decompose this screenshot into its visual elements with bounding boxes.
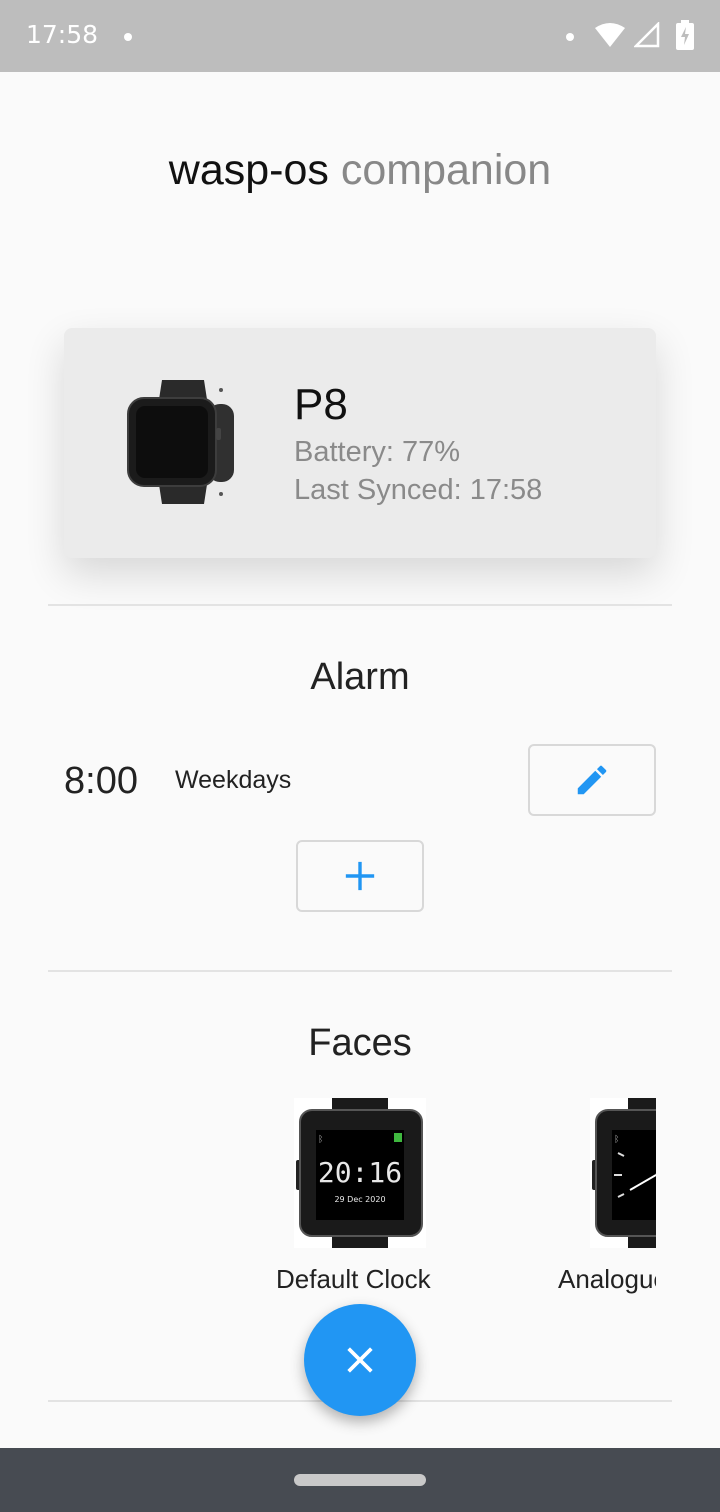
face-preview-date: 29 Dec 2020: [334, 1195, 385, 1204]
svg-text:ᛒ: ᛒ: [318, 1134, 323, 1145]
app-title: wasp-os companion: [0, 146, 720, 195]
notification-dot-icon: [124, 33, 132, 41]
wifi-icon: [595, 23, 625, 47]
alarm-time[interactable]: 8:00: [64, 760, 138, 803]
face-preview-default-clock: ᛒ 20:16 29 Dec 2020: [294, 1098, 426, 1248]
status-bar: 17:58: [0, 0, 720, 72]
faces-carousel[interactable]: ᛒ 20:16 29 Dec 2020 Default Clock ᛒ Anal…: [48, 1090, 656, 1310]
face-item[interactable]: ᛒ 20:16 29 Dec 2020 Default Clock: [248, 1090, 431, 1300]
watch-image: [127, 380, 234, 504]
face-preview-analogue: ᛒ: [590, 1098, 656, 1248]
pencil-icon: [577, 765, 607, 795]
device-name: P8: [294, 380, 348, 429]
edit-alarm-button[interactable]: [528, 744, 656, 816]
status-dot-icon: [566, 33, 574, 41]
device-battery: Battery: 77%: [294, 436, 461, 468]
navigation-bar: [0, 1448, 720, 1512]
app-title-secondary: companion: [340, 146, 552, 194]
divider: [48, 604, 672, 606]
alarm-days: Weekdays: [175, 766, 292, 794]
divider: [48, 970, 672, 972]
device-last-synced: Last Synced: 17:58: [294, 474, 543, 506]
faces-section-title: Faces: [308, 1022, 412, 1064]
plus-icon: [345, 861, 375, 891]
cell-signal-icon: [634, 22, 660, 48]
close-fab-button[interactable]: [304, 1304, 416, 1416]
svg-text:ᛒ: ᛒ: [614, 1134, 619, 1145]
status-time: 17:58: [26, 20, 99, 49]
face-label-analogue: Analogue: [558, 1264, 656, 1294]
face-label-default-clock: Default Clock: [276, 1264, 431, 1294]
device-card[interactable]: P8 Battery: 77% Last Synced: 17:58: [64, 328, 656, 558]
alarm-section-title: Alarm: [310, 656, 410, 698]
app-title-primary: wasp-os: [168, 146, 329, 194]
face-item[interactable]: ᛒ Analogue: [540, 1090, 656, 1300]
home-gesture-handle[interactable]: [294, 1474, 426, 1486]
face-preview-time: 20:16: [318, 1156, 402, 1189]
close-icon: [347, 1347, 373, 1373]
battery-charging-icon: [676, 20, 694, 50]
add-alarm-button[interactable]: [296, 840, 424, 912]
